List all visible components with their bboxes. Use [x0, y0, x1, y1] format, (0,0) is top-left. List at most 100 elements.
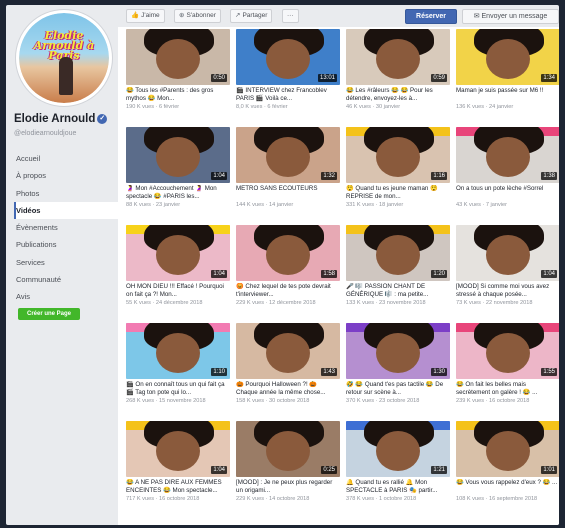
video-title[interactable]: OH MON DIEU !!! Effacé ! Pourquoi on fai… [126, 283, 230, 299]
sidebar-item[interactable]: Publications [14, 236, 118, 253]
more-options-button[interactable]: ··· [282, 9, 299, 23]
video-thumbnail[interactable]: 1:04 [126, 225, 230, 281]
video-meta: 144 K vues · 14 janvier [236, 202, 294, 208]
video-card[interactable]: 1:38 On a tous un pote lèche #Sorrel 43 K … [456, 127, 559, 227]
video-title[interactable]: METRO SANS ECOUTEURS [236, 185, 340, 201]
video-card[interactable]: 13:01 🎬 INTERVIEW chez Francoblev PARIS 🎬… [236, 29, 340, 129]
profile-picture[interactable]: Elodie Arnould à Paris [16, 10, 112, 106]
video-title[interactable]: 🎃 Pourquoi Halloween ?! 🎃 Chaque année l… [236, 381, 340, 397]
video-title[interactable]: 🎤 🎼 PASSION CHANT DE GÉNÉRIQUE 🎼 : ma pe… [346, 283, 450, 299]
video-title[interactable]: 😂 Les #râleurs 😂 😂 Pour les détendre, en… [346, 87, 450, 103]
video-title[interactable]: 😲 Quand tu es jeune maman 😲 REPRISE de m… [346, 185, 450, 201]
video-thumbnail[interactable]: 1:20 [346, 225, 450, 281]
video-thumbnail[interactable]: 1:30 [346, 323, 450, 379]
video-title[interactable]: 🎬 INTERVIEW chez Francoblev PARIS 🎬 Voil… [236, 87, 340, 103]
reserve-button[interactable]: Réserver [405, 9, 457, 24]
video-card[interactable]: 0:25 [MOOD] : Je ne peux plus regarder un… [236, 421, 340, 521]
share-arrow-icon: ↗ [235, 12, 241, 19]
sidebar-item[interactable]: Communauté [14, 271, 118, 288]
video-meta: 88 K vues · 23 janvier [126, 202, 181, 208]
video-thumbnail[interactable]: 1:32 [236, 127, 340, 183]
sidebar-item[interactable]: Services [14, 254, 118, 271]
video-title[interactable]: 🤰 Mon #Accouchement 🤰 Mon spectacle 😂 #P… [126, 185, 230, 201]
video-title[interactable]: 🎬 On en connaît tous un qui fait ça 🎬 Ta… [126, 381, 230, 397]
video-thumbnail[interactable]: 1:16 [346, 127, 450, 183]
video-title[interactable]: 😂 Vous vous rappelez d'eux ? 😂 ... [456, 479, 559, 495]
video-thumbnail[interactable]: 1:43 [236, 323, 340, 379]
sidebar-item[interactable]: Photos [14, 185, 118, 202]
video-thumbnail[interactable]: 1:34 [456, 29, 559, 85]
video-thumbnail[interactable]: 1:04 [456, 225, 559, 281]
video-thumbnail[interactable]: 1:58 [236, 225, 340, 281]
like-label: J'aime [141, 12, 160, 19]
video-card[interactable]: 1:43 🎃 Pourquoi Halloween ?! 🎃 Chaque ann… [236, 323, 340, 423]
video-card[interactable]: 1:58 😡 Chez lequel de tes pote devrait t'… [236, 225, 340, 325]
video-card[interactable]: 1:30 🤣 😂 Quand t'es pas tactile 😂 De reto… [346, 323, 450, 423]
video-card[interactable]: 0:50 😂 Tous les #Parents : des gros mytho… [126, 29, 230, 129]
thumbnail-person-face [266, 333, 310, 373]
video-meta: 370 K vues · 23 octobre 2018 [346, 398, 420, 404]
video-card[interactable]: 1:34 Maman je suis passée sur M6 !! 136 K … [456, 29, 559, 129]
video-title[interactable]: Maman je suis passée sur M6 !! [456, 87, 559, 103]
rss-icon: ⊕ [179, 12, 185, 19]
sidebar-item[interactable]: Avis [14, 288, 118, 305]
video-meta: 378 K vues · 1 octobre 2018 [346, 496, 417, 502]
share-button[interactable]: ↗ Partager [230, 9, 273, 23]
video-duration: 1:01 [541, 466, 557, 474]
video-title[interactable]: [MOOD] : Je ne peux plus regarder un ori… [236, 479, 340, 495]
video-duration: 1:43 [321, 368, 337, 376]
video-title[interactable]: 😂 Tous les #Parents : des gros mythos 😂 … [126, 87, 230, 103]
video-thumbnail[interactable]: 1:10 [126, 323, 230, 379]
video-thumbnail[interactable]: 0:59 [346, 29, 450, 85]
video-title[interactable]: 🔔 Quand tu es rallié 🔔 Mon SPECTACLE à P… [346, 479, 450, 495]
video-card[interactable]: 1:20 🎤 🎼 PASSION CHANT DE GÉNÉRIQUE 🎼 : m… [346, 225, 450, 325]
avatar-figure [59, 57, 73, 95]
video-thumbnail[interactable]: 13:01 [236, 29, 340, 85]
video-thumbnail[interactable]: 1:55 [456, 323, 559, 379]
video-duration: 1:04 [211, 466, 227, 474]
video-thumbnail[interactable]: 0:25 [236, 421, 340, 477]
videos-grid: 0:50 😂 Tous les #Parents : des gros mytho… [118, 27, 559, 525]
video-meta: 55 K vues · 24 décembre 2018 [126, 300, 203, 306]
video-duration: 0:59 [431, 74, 447, 82]
sidebar-item[interactable]: Évènements [14, 219, 118, 236]
video-title[interactable]: 😡 Chez lequel de tes pote devrait t'inte… [236, 283, 340, 299]
video-title[interactable]: [MOOD] Si comme moi vous avez stressé à … [456, 283, 559, 299]
verified-badge-icon: ✓ [97, 113, 108, 124]
video-card[interactable]: 1:10 🎬 On en connaît tous un qui fait ça … [126, 323, 230, 423]
like-button[interactable]: 👍 J'aime [126, 9, 165, 23]
video-thumbnail[interactable]: 1:04 [126, 421, 230, 477]
sidebar-item[interactable]: Accueil [14, 150, 118, 167]
video-thumbnail[interactable]: 1:01 [456, 421, 559, 477]
video-duration: 1:21 [431, 466, 447, 474]
page-handle[interactable]: @elodiearnouldjoue [14, 130, 76, 137]
video-meta: 8,0 K vues · 6 février [236, 104, 288, 110]
send-message-button[interactable]: ✉ Envoyer un message [462, 9, 559, 24]
video-duration: 1:58 [321, 270, 337, 278]
video-card[interactable]: 1:32 METRO SANS ECOUTEURS 144 K vues · 14 … [236, 127, 340, 227]
video-card[interactable]: 1:04 [MOOD] Si comme moi vous avez stress… [456, 225, 559, 325]
video-card[interactable]: 1:04 😂 A NE PAS DIRE AUX FEMMES ENCEINTES… [126, 421, 230, 521]
video-thumbnail[interactable]: 1:38 [456, 127, 559, 183]
video-card[interactable]: 1:04 🤰 Mon #Accouchement 🤰 Mon spectacle … [126, 127, 230, 227]
create-page-button[interactable]: Créer une Page [18, 308, 80, 320]
follow-button[interactable]: ⊕ S'abonner [174, 9, 221, 23]
video-thumbnail[interactable]: 1:21 [346, 421, 450, 477]
video-card[interactable]: 1:16 😲 Quand tu es jeune maman 😲 REPRISE … [346, 127, 450, 227]
video-title[interactable]: 😂 A NE PAS DIRE AUX FEMMES ENCEINTES 😂 M… [126, 479, 230, 495]
video-card[interactable]: 1:55 😂 On fait les belles mais secrètemen… [456, 323, 559, 423]
video-title[interactable]: On a tous un pote lèche #Sorrel [456, 185, 559, 201]
video-thumbnail[interactable]: 1:04 [126, 127, 230, 183]
page-title[interactable]: Elodie Arnould ✓ [14, 113, 108, 125]
video-thumbnail[interactable]: 0:50 [126, 29, 230, 85]
video-title[interactable]: 😂 On fait les belles mais secrètement on… [456, 381, 559, 397]
page-nav: Accueil À propos Photos Vidéos Évènements Pub… [14, 150, 118, 306]
video-card[interactable]: 1:04 OH MON DIEU !!! Effacé ! Pourquoi on… [126, 225, 230, 325]
video-card[interactable]: 1:21 🔔 Quand tu es rallié 🔔 Mon SPECTACLE… [346, 421, 450, 521]
thumbnail-person-face [376, 39, 420, 79]
sidebar-item[interactable]: Vidéos [14, 201, 118, 219]
video-card[interactable]: 0:59 😂 Les #râleurs 😂 😂 Pour les détendre… [346, 29, 450, 129]
sidebar-item[interactable]: À propos [14, 167, 118, 184]
video-title[interactable]: 🤣 😂 Quand t'es pas tactile 😂 De retour s… [346, 381, 450, 397]
video-card[interactable]: 1:01 😂 Vous vous rappelez d'eux ? 😂 ... 10… [456, 421, 559, 521]
